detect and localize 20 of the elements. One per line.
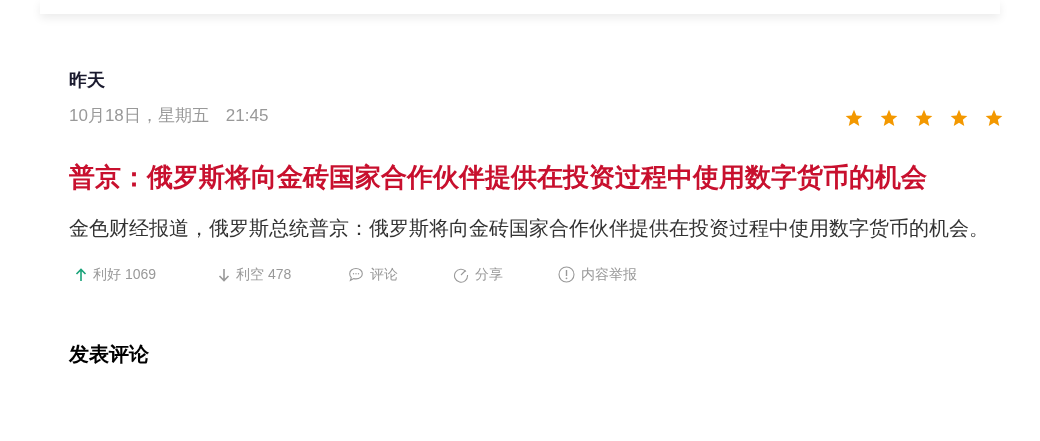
- comment-button[interactable]: 评论: [348, 264, 453, 285]
- star-icon: [879, 108, 899, 128]
- date-time: 10月18日，星期五 21:45: [69, 105, 269, 127]
- bearish-button[interactable]: 利空 478: [218, 264, 348, 285]
- share-icon: [453, 266, 469, 283]
- comment-icon: [348, 267, 364, 282]
- star-icon: [844, 108, 864, 128]
- bullish-button[interactable]: 利好 1069: [75, 264, 218, 285]
- star-icon: [984, 108, 1004, 128]
- share-button[interactable]: 分享: [453, 264, 558, 285]
- report-button[interactable]: 内容举报: [558, 264, 678, 285]
- warning-icon: [558, 266, 575, 283]
- up-arrow-icon: [75, 267, 87, 282]
- day-label: 昨天: [69, 69, 106, 92]
- star-icon: [949, 108, 969, 128]
- article-body: 金色财经报道，俄罗斯总统普京：俄罗斯将向金砖国家合作伙伴提供在投资过程中使用数字货币的机会。: [69, 216, 990, 241]
- section-heading: 发表评论: [69, 342, 150, 367]
- star-icon: [914, 108, 934, 128]
- down-arrow-icon: [218, 267, 230, 282]
- article-title: 普京：俄罗斯将向金砖国家合作伙伴提供在投资过程中使用数字货币的机会: [69, 161, 928, 194]
